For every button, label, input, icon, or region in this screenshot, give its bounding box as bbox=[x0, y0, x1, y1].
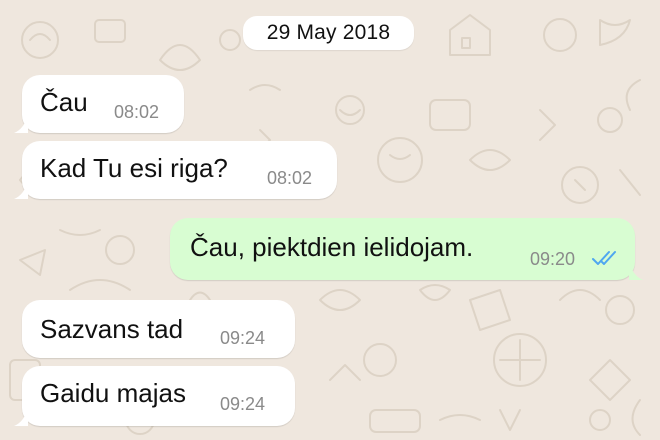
bubble-tail-icon bbox=[14, 408, 28, 426]
message-bubble-incoming[interactable]: Čau 08:02 bbox=[14, 75, 184, 133]
date-separator: 29 May 2018 bbox=[243, 16, 414, 50]
message-time: 09:24 bbox=[220, 328, 266, 348]
message-time: 09:20 bbox=[530, 249, 576, 269]
message-time: 08:02 bbox=[114, 102, 160, 122]
message-bubble-outgoing[interactable]: Čau, piektdien ielidojam. 09:20 bbox=[170, 218, 643, 280]
message-bubble-incoming[interactable]: Sazvans tad 09:24 bbox=[22, 300, 295, 358]
message-bubble-incoming[interactable]: Gaidu majas 09:24 bbox=[14, 366, 295, 426]
message-time: 08:02 bbox=[267, 168, 313, 188]
bubble-tail-icon bbox=[14, 115, 28, 133]
message-time: 09:24 bbox=[220, 394, 266, 414]
bubble-tail-icon bbox=[629, 262, 643, 280]
message-text: Čau, piektdien ielidojam. bbox=[190, 232, 474, 262]
message-text: Gaidu majas bbox=[40, 378, 186, 408]
bubble-tail-icon bbox=[14, 181, 28, 199]
message-text: Čau bbox=[40, 87, 88, 117]
message-bubble-incoming[interactable]: Kad Tu esi riga? 08:02 bbox=[14, 141, 337, 199]
message-text: Sazvans tad bbox=[40, 314, 184, 344]
date-label: 29 May 2018 bbox=[266, 21, 391, 44]
message-text: Kad Tu esi riga? bbox=[40, 153, 228, 183]
read-double-check-icon bbox=[592, 251, 616, 265]
